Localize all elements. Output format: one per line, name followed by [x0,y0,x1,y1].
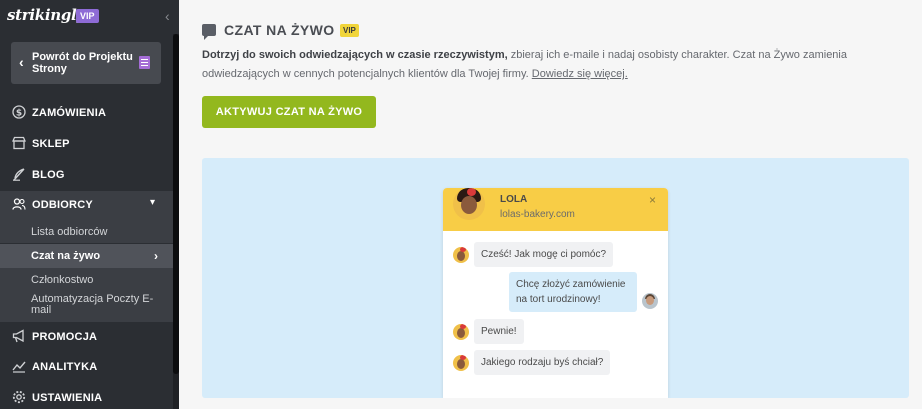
chat-message: Pewnie! [474,319,524,344]
chat-widget: LOLA lolas-bakery.com × Cześć! Jak mogę … [443,188,668,398]
chevron-down-icon: ▾ [150,197,156,208]
description-bold: Dotrzyj do swoich odwiedzających w czasi… [202,49,508,61]
user-avatar [642,293,658,309]
agent-name: LOLA [500,194,528,205]
nav-label: SKLEP [32,138,70,150]
nav-item-orders[interactable]: $ ZAMÓWIENIA [0,99,173,127]
chat-message: Cześć! Jak mogę ci pomóc? [474,242,614,267]
nav-label: BLOG [32,169,65,181]
page-description: Dotrzyj do swoich odwiedzających w czasi… [202,46,892,84]
nav-item-analytics[interactable]: ANALITYKA [0,353,173,381]
nav-item-settings[interactable]: USTAWIENIA [0,384,173,409]
sidebar-header: strikingly VIP ‹ [0,0,179,34]
vip-badge: VIP [340,24,359,37]
subnav-label: Automatyzacja Poczty E-mail [31,293,154,316]
nav-item-store[interactable]: SKLEP [0,130,173,158]
main-content: CZAT NA ŻYWO VIP Dotrzyj do swoich odwie… [179,0,922,409]
subnav-label: Czat na żywo [31,250,101,262]
agent-avatar [453,247,469,263]
chat-message: Jakiego rodzaju byś chciał? [474,350,611,375]
nav-label: ODBIORCY [32,199,93,211]
strikingly-logo[interactable]: strikingly [7,6,85,24]
subnav-item-membership[interactable]: Członkostwo [0,268,173,290]
chart-icon [12,359,26,373]
subnav-item-audience-list[interactable]: Lista odbiorców [0,219,173,243]
subnav-item-live-chat[interactable]: Czat na żywo › [0,244,173,268]
svg-text:$: $ [16,109,22,119]
collapse-sidebar-icon[interactable]: ‹ [165,8,170,24]
sidebar: strikingly VIP ‹ ‹ Powrót do Projektu St… [0,0,179,409]
vip-badge: VIP [76,9,99,23]
agent-avatar [453,188,485,220]
subnav-label: Lista odbiorców [31,226,108,238]
page-icon [139,56,150,69]
nav-label: USTAWIENIA [32,392,103,404]
chat-widget-header: LOLA lolas-bakery.com × [443,188,668,231]
site-url: lolas-bakery.com [500,209,575,220]
back-to-site-button[interactable]: ‹ Powrót do Projektu Strony [11,42,161,84]
chat-message: Chcę złożyć zamówienie na tort urodzinow… [509,272,637,312]
agent-avatar [453,355,469,371]
megaphone-icon [12,329,26,343]
nav-label: ANALITYKA [32,361,98,373]
live-chat-preview: LOLA lolas-bakery.com × Cześć! Jak mogę … [202,158,909,398]
nav-item-audience[interactable]: ODBIORCY ▾ [0,191,173,219]
close-icon[interactable]: × [649,193,656,207]
quill-icon [12,167,26,181]
learn-more-link[interactable]: Dowiedz się więcej. [532,68,628,80]
nav-label: ZAMÓWIENIA [32,107,107,119]
gear-icon [12,390,26,404]
nav-item-promotion[interactable]: PROMOCJA [0,323,173,351]
activate-live-chat-button[interactable]: AKTYWUJ CZAT NA ŻYWO [202,96,376,128]
page-title: CZAT NA ŻYWO [224,22,335,38]
nav-item-blog[interactable]: BLOG [0,161,173,189]
back-to-site-label: Powrót do Projektu Strony [32,51,133,75]
dollar-circle-icon: $ [12,105,26,119]
subnav-item-email-automation[interactable]: Automatyzacja Poczty E-mail [0,290,173,322]
subnav-label: Członkostwo [31,274,94,286]
chevron-right-icon: › [154,249,158,263]
chat-bubble-icon [202,24,216,40]
people-icon [12,197,26,211]
nav-label: PROMOCJA [32,331,98,343]
agent-avatar [453,324,469,340]
store-icon [12,136,26,150]
chevron-left-icon: ‹ [19,54,24,70]
